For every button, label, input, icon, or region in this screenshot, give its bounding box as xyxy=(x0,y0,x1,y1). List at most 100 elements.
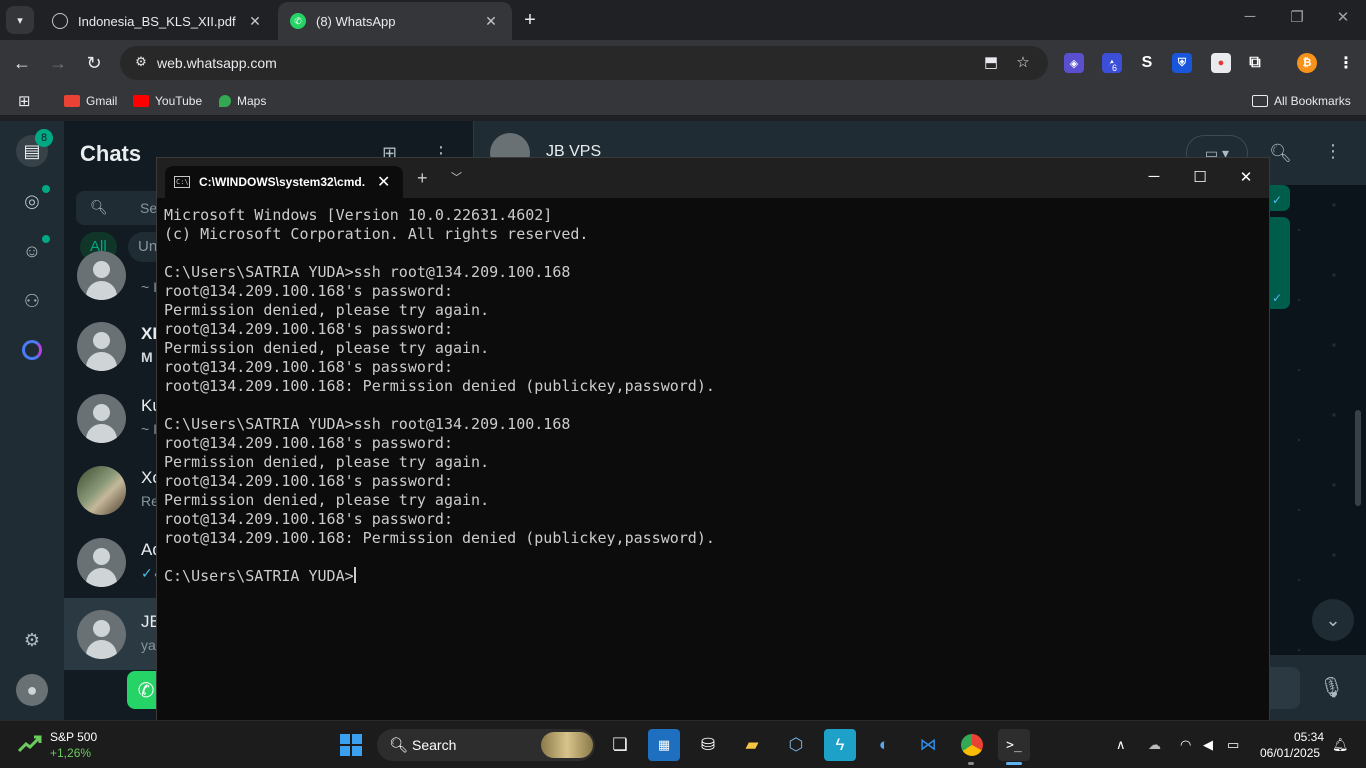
onedrive-icon[interactable]: ☁ xyxy=(1148,737,1161,753)
bookmark-gmail[interactable]: Gmail xyxy=(64,93,117,109)
search-icon[interactable]: 🔍︎ xyxy=(1269,143,1292,164)
terminal-app-icon[interactable]: >_ xyxy=(998,729,1030,761)
clock-date[interactable]: 06/01/2025 xyxy=(1260,746,1320,760)
tab-close-icon[interactable]: ✕ xyxy=(246,13,264,30)
chats-title: Chats xyxy=(80,141,142,166)
forward-icon[interactable]: → xyxy=(45,50,71,76)
bookmark-star-icon[interactable]: ☆ xyxy=(1013,53,1033,73)
chrome-logo xyxy=(961,734,983,756)
edge-app-icon[interactable]: ◐ xyxy=(868,729,900,761)
communities-icon[interactable]: ⚇ xyxy=(16,285,48,317)
extension-record-icon[interactable]: ● xyxy=(1211,53,1231,73)
browser-tab-whatsapp[interactable]: ✆ (8) WhatsApp ✕ xyxy=(278,2,512,40)
bolt-app-icon[interactable]: ϟ xyxy=(824,729,856,761)
cmd-icon: C:\ xyxy=(174,176,190,188)
terminal-tab-title: C:\WINDOWS\system32\cmd. xyxy=(199,175,366,189)
terminal-line: root@134.209.100.168's password: xyxy=(164,434,453,452)
clock-time[interactable]: 05:34 xyxy=(1290,730,1324,744)
windows-start-icon[interactable] xyxy=(340,734,362,756)
chevron-down-icon[interactable]: ﹀ xyxy=(451,169,462,185)
globe-icon xyxy=(52,13,68,29)
extensions-puzzle-icon[interactable]: ⧉ xyxy=(1245,53,1265,73)
page-scrollbar[interactable] xyxy=(1355,410,1361,506)
terminal-output[interactable]: Microsoft Windows [Version 10.0.22631.46… xyxy=(164,206,715,586)
taskbar-search[interactable]: 🔍︎ Search xyxy=(377,729,595,761)
browser-tab-pdf[interactable]: Indonesia_BS_KLS_XII.pdf ✕ xyxy=(40,2,276,40)
youtube-icon xyxy=(133,95,149,107)
terminal-line: (c) Microsoft Corporation. All rights re… xyxy=(164,225,589,243)
back-icon[interactable]: ← xyxy=(9,50,35,76)
terminal-line: root@134.209.100.168's password: xyxy=(164,472,453,490)
tab-search-button[interactable]: ▾ xyxy=(6,6,34,34)
close-icon[interactable]: ✕ xyxy=(1234,168,1258,186)
stock-name: S&P 500 xyxy=(50,730,98,744)
store-app-icon[interactable]: ⛁ xyxy=(692,729,724,761)
url-text: web.whatsapp.com xyxy=(157,55,277,71)
group-avatar xyxy=(77,251,126,300)
nav-rail: ▤ 8 ◎ ☺ ⚇ ⚙ ● xyxy=(0,121,64,720)
terminal-line: root@134.209.100.168's password: xyxy=(164,510,453,528)
scroll-down-icon[interactable]: ⌄ xyxy=(1312,599,1354,641)
taskbar: S&P 500 +1,26% 🔍︎ Search ❏ ▦ ⛁ ▰ ⬡ ϟ ◐ ⋈… xyxy=(0,720,1366,768)
microphone-icon[interactable]: 🎙︎ xyxy=(1319,675,1344,700)
status-dot xyxy=(42,185,50,193)
tab-close-icon[interactable]: ✕ xyxy=(482,13,500,30)
minimize-icon[interactable]: ─ xyxy=(1235,8,1265,25)
chat-preview: ~ I xyxy=(141,421,157,437)
site-info-icon[interactable]: ⚙ xyxy=(132,54,150,72)
profile-avatar-icon[interactable]: ₿ xyxy=(1297,53,1317,73)
new-tab-button[interactable]: + xyxy=(518,8,542,32)
volume-icon[interactable]: ◀︎ xyxy=(1203,737,1213,753)
restore-icon[interactable]: ❐ xyxy=(1282,8,1312,26)
bookmark-youtube[interactable]: YouTube xyxy=(133,93,202,109)
apps-grid-icon[interactable]: ⊞ xyxy=(18,93,31,110)
terminal-line: C:\Users\SATRIA YUDA>ssh root@134.209.10… xyxy=(164,263,571,281)
settings-icon[interactable]: ⚙ xyxy=(16,624,48,656)
task-view-icon[interactable]: ❏ xyxy=(604,729,636,761)
terminal-titlebar[interactable]: C:\ C:\WINDOWS\system32\cmd. ✕ + ﹀ ─ ☐ ✕ xyxy=(157,158,1269,198)
profile-avatar[interactable]: ● xyxy=(16,674,48,706)
reload-icon[interactable]: ↻ xyxy=(81,50,107,76)
text-cursor xyxy=(353,567,356,583)
battery-icon[interactable]: ▭ xyxy=(1227,737,1239,753)
virtualbox-icon[interactable]: ⬡ xyxy=(780,729,812,761)
close-window-icon[interactable]: ✕ xyxy=(1328,8,1358,26)
tab-title: (8) WhatsApp xyxy=(316,13,396,29)
minimize-icon[interactable]: ─ xyxy=(1142,168,1166,185)
wifi-icon[interactable]: ◠ xyxy=(1180,737,1191,753)
chat-preview: ya xyxy=(141,637,156,653)
meta-ai-ring xyxy=(22,340,42,360)
extension-ublock-icon[interactable]: ⛨ xyxy=(1172,53,1192,73)
maximize-icon[interactable]: ☐ xyxy=(1188,168,1212,186)
group-avatar xyxy=(77,394,126,443)
chrome-icon[interactable] xyxy=(956,729,988,761)
address-bar[interactable]: ⚙ web.whatsapp.com ⬒ ☆ xyxy=(120,46,1048,80)
bookmark-maps[interactable]: Maps xyxy=(219,93,266,109)
chevron-up-icon[interactable]: ∧ xyxy=(1116,737,1126,753)
group-avatar xyxy=(77,322,126,371)
terminal-line: root@134.209.100.168's password: xyxy=(164,320,453,338)
meta-ai-icon[interactable] xyxy=(16,334,48,366)
terminal-line: root@134.209.100.168: Permission denied … xyxy=(164,377,715,395)
notification-bell-icon[interactable]: 🔔︎ xyxy=(1332,737,1349,753)
extension-shield-icon[interactable]: ◈ xyxy=(1064,53,1084,73)
vscode-icon[interactable]: ⋈ xyxy=(912,729,944,761)
terminal-line: root@134.209.100.168's password: xyxy=(164,282,453,300)
terminal-prompt-line[interactable]: C:\Users\SATRIA YUDA> xyxy=(164,567,715,586)
extension-s-icon[interactable]: S xyxy=(1137,53,1157,73)
search-icon: 🔍︎ xyxy=(389,737,409,754)
file-explorer-icon[interactable]: ▰ xyxy=(736,729,768,761)
search-label: Search xyxy=(412,737,457,753)
terminal-tab[interactable]: C:\ C:\WINDOWS\system32\cmd. ✕ xyxy=(165,166,403,198)
all-bookmarks[interactable]: All Bookmarks xyxy=(1252,93,1351,109)
search-placeholder: Se xyxy=(140,200,158,216)
tab-close-icon[interactable]: ✕ xyxy=(377,172,390,192)
browser-menu-icon[interactable]: ⋮ xyxy=(1336,53,1356,73)
install-app-icon[interactable]: ⬒ xyxy=(981,53,1001,73)
stock-trend-icon[interactable] xyxy=(18,735,42,753)
new-tab-button[interactable]: + xyxy=(417,168,428,189)
media-app-icon[interactable]: ▦ xyxy=(648,729,680,761)
menu-icon[interactable]: ⋮ xyxy=(1324,141,1342,162)
